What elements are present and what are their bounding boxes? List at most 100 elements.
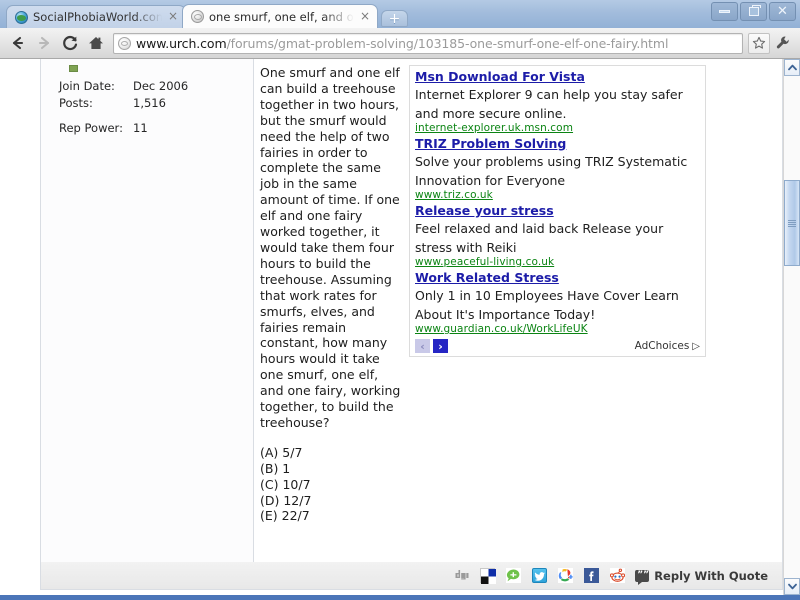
adchoices-label: AdChoices — [634, 340, 690, 352]
stat-label: Posts: — [59, 96, 93, 110]
page-scrollbar[interactable] — [783, 59, 800, 595]
ad-description: Internet Explorer 9 can help you stay sa… — [415, 87, 683, 121]
quote-glyph: ”” — [637, 569, 650, 580]
ad-title[interactable]: TRIZ Problem Solving — [415, 136, 700, 151]
restore-icon — [748, 5, 761, 16]
page-info-icon — [118, 36, 131, 50]
forward-button[interactable] — [32, 31, 56, 55]
navigation-toolbar: www.urch.com/forums/gmat-problem-solving… — [0, 28, 800, 59]
ad-item-work-related-stress[interactable]: Work Related Stress Only 1 in 10 Employe… — [415, 270, 700, 336]
reply-with-quote-button[interactable]: ”” Reply With Quote — [635, 568, 768, 585]
ad-next-button[interactable]: › — [433, 339, 448, 353]
post-body: Join Date: Dec 2006 Posts: 1,516 Rep Pow… — [41, 59, 782, 562]
forward-arrow-icon — [38, 36, 50, 50]
advertisement-column: Msn Download For Vista Internet Explorer… — [409, 65, 782, 562]
ad-title[interactable]: Msn Download For Vista — [415, 69, 700, 84]
digg-icon[interactable] — [454, 568, 469, 583]
url-text: www.urch.com/forums/gmat-problem-solving… — [136, 36, 668, 51]
ad-description: Only 1 in 10 Employees Have Cover Learn … — [415, 288, 679, 322]
answer-choice-c: (C) 10/7 — [260, 476, 311, 492]
chrome-menu-button[interactable] — [772, 32, 794, 54]
page-globe-icon — [191, 10, 204, 23]
answer-choices: (A) 5/7 (B) 1 (C) 10/7 (D) 12/7 (E) 22/7 — [260, 445, 403, 525]
reload-icon — [62, 35, 77, 50]
user-stat-posts: Posts: 1,516 — [59, 95, 253, 112]
ad-description: Solve your problems using TRIZ Systemati… — [415, 154, 688, 188]
globe-icon — [15, 10, 28, 24]
ad-pagination: ‹ › — [415, 339, 448, 353]
ad-url[interactable]: www.triz.co.uk — [415, 189, 700, 202]
star-icon — [752, 36, 766, 49]
ad-footer: ‹ › AdChoices ▷ — [415, 339, 700, 354]
scroll-up-button[interactable] — [784, 59, 800, 76]
home-icon — [89, 37, 103, 49]
adchoices-link[interactable]: AdChoices ▷ — [635, 340, 700, 352]
facebook-icon[interactable] — [584, 568, 600, 583]
ad-title[interactable]: Release your stress — [415, 203, 700, 218]
minimize-icon — [719, 10, 730, 13]
twitter-bird-glyph — [534, 572, 546, 581]
ad-prev-button[interactable]: ‹ — [415, 339, 430, 353]
stat-value: 11 — [133, 121, 148, 135]
ad-title[interactable]: Work Related Stress — [415, 270, 700, 285]
tab-title: SocialPhobiaWorld.com - Reply — [33, 10, 162, 24]
scroll-down-button[interactable] — [784, 578, 800, 595]
post-content: One smurf and one elf can build a treeho… — [254, 59, 782, 562]
google-glyph — [558, 569, 573, 582]
close-icon[interactable]: × — [359, 10, 371, 23]
technorati-glyph — [507, 569, 520, 582]
home-button[interactable] — [84, 31, 108, 55]
post-footer-bar: ”” Reply With Quote — [40, 562, 783, 590]
delicious-glyph — [481, 569, 497, 584]
ad-item-release-your-stress[interactable]: Release your stress Feel relaxed and lai… — [415, 203, 700, 269]
ad-url[interactable]: www.peaceful-living.co.uk — [415, 256, 700, 269]
google-icon[interactable] — [558, 568, 574, 583]
tab-title: one smurf, one elf, and one fa — [209, 9, 354, 24]
window-controls: ✕ — [711, 2, 796, 21]
close-icon[interactable]: × — [167, 10, 179, 23]
page-viewport: Join Date: Dec 2006 Posts: 1,516 Rep Pow… — [0, 59, 800, 595]
address-bar[interactable]: www.urch.com/forums/gmat-problem-solving… — [113, 32, 743, 54]
restore-button[interactable] — [740, 2, 767, 21]
reply-with-quote-label: Reply With Quote — [654, 568, 768, 583]
answer-choice-a: (A) 5/7 — [260, 444, 303, 460]
back-button[interactable] — [6, 31, 30, 55]
scrollbar-track[interactable] — [784, 76, 800, 578]
ad-url[interactable]: internet-explorer.uk.msn.com — [415, 122, 700, 135]
close-window-button[interactable]: ✕ — [769, 2, 796, 21]
twitter-icon[interactable] — [532, 568, 548, 583]
wrench-icon — [776, 36, 789, 49]
user-stat-rep-power: Rep Power: 11 — [59, 120, 253, 137]
url-host: www.urch.com — [136, 35, 227, 51]
question-text: One smurf and one elf can build a treeho… — [260, 65, 401, 430]
page-content: Join Date: Dec 2006 Posts: 1,516 Rep Pow… — [0, 59, 783, 595]
user-stat-join-date: Join Date: Dec 2006 — [59, 78, 253, 95]
minimize-button[interactable] — [711, 2, 738, 21]
forum-post: Join Date: Dec 2006 Posts: 1,516 Rep Pow… — [40, 59, 783, 562]
back-arrow-icon — [12, 36, 24, 50]
adchoices-marker-icon: ▷ — [692, 340, 700, 352]
url-path: /forums/gmat-problem-solving/103185-one-… — [226, 35, 669, 51]
reddit-icon[interactable] — [610, 568, 626, 583]
answer-choice-b: (B) 1 — [260, 460, 291, 476]
ad-item-triz-problem-solving[interactable]: TRIZ Problem Solving Solve your problems… — [415, 136, 700, 202]
question-column: One smurf and one elf can build a treeho… — [254, 65, 409, 562]
facebook-glyph — [584, 568, 600, 583]
post-user-pane: Join Date: Dec 2006 Posts: 1,516 Rep Pow… — [41, 59, 254, 562]
ad-url[interactable]: www.guardian.co.uk/WorkLifeUK — [415, 323, 700, 336]
ad-item-msn-download[interactable]: Msn Download For Vista Internet Explorer… — [415, 69, 700, 135]
window-bottom-edge — [0, 595, 800, 600]
online-status-icon — [69, 65, 78, 72]
new-tab-button[interactable]: + — [381, 10, 408, 27]
scrollbar-thumb[interactable] — [784, 180, 800, 266]
bookmark-button[interactable] — [748, 32, 770, 54]
chevron-down-icon — [787, 583, 797, 590]
tab-socialphobiaworld[interactable]: SocialPhobiaWorld.com - Reply × — [6, 5, 186, 28]
technorati-icon[interactable] — [506, 568, 522, 583]
user-stats: Join Date: Dec 2006 Posts: 1,516 Rep Pow… — [59, 78, 253, 137]
reload-button[interactable] — [58, 31, 82, 55]
stat-value: Dec 2006 — [133, 79, 189, 93]
delicious-icon[interactable] — [480, 568, 497, 584]
tab-one-smurf-one-elf-one-fairy[interactable]: one smurf, one elf, and one fa × — [182, 4, 378, 28]
